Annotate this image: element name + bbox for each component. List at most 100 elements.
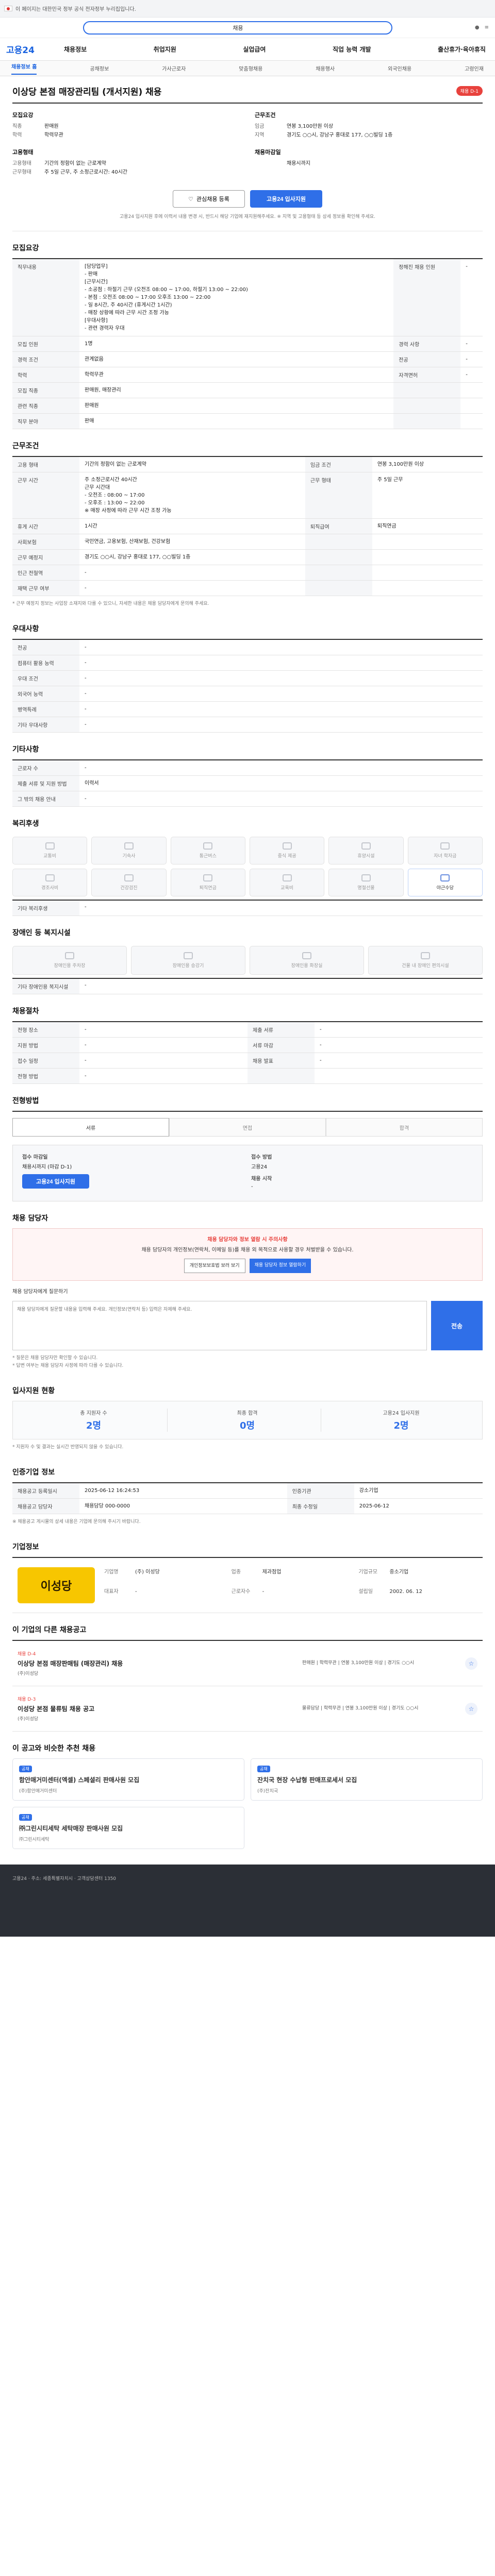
gnb-item[interactable]: 취업지원 xyxy=(154,45,176,54)
gnb-item[interactable]: 출산휴가·육아휴직 xyxy=(438,45,486,54)
company-key: 대표자 xyxy=(104,1589,119,1595)
recommend-label: 공채 xyxy=(257,1766,270,1772)
other-job-title[interactable]: 이상당 본점 매장판매팀 (매장관리) 채용 xyxy=(18,1659,294,1668)
process-steps: 서류 면접 합격 xyxy=(12,1111,483,1143)
stat-item: 최종 합격 0명 xyxy=(174,1409,321,1432)
summary-key: 직종 xyxy=(12,124,22,129)
recommend-grid: 공채 함안매거미센터(엑셀) 스페셜리 판매사원 모집 (주)함안매거미센터 공채 잔치… xyxy=(12,1758,483,1849)
login-icon[interactable]: ● xyxy=(475,25,480,30)
stat-number: 2명 xyxy=(393,1420,409,1431)
recommend-card[interactable]: 공채 ㈜그린시티세탁 세탁매장 판매사원 모집 ㈜그린시티세탁 xyxy=(12,1807,244,1849)
global-nav: 고용24 채용정보 취업지원 실업급여 직업 능력 개발 출산휴가·육아휴직 xyxy=(0,38,495,61)
job-summary: 모집요강 직종 판매원 학력 학력무관 고용형태 고용형태 기간의 정함이 없는 근로계약 근… xyxy=(12,103,483,185)
company-key: 근로자수 xyxy=(231,1589,251,1595)
benefit-label: 자녀 학자금 xyxy=(434,854,457,859)
gnb-item[interactable]: 실업급여 xyxy=(243,45,266,54)
care-grid: 장애인용 주차장 장애인용 승강기 장애인용 화장실 건물 내 장애인 편의시설 xyxy=(12,943,483,978)
info-row: 근로자 수- xyxy=(12,760,483,776)
summary-row: 학력 학력무관 xyxy=(12,131,240,140)
inquiry-send-button[interactable]: 전송 xyxy=(431,1301,483,1350)
info-value: 2025-06-12 16:24:53 xyxy=(79,1483,287,1499)
tab-item[interactable]: 채용정보 홈 xyxy=(11,62,37,75)
other-job-title[interactable]: 이성당 본점 물류팀 채용 공고 xyxy=(18,1704,294,1713)
benefit-icon xyxy=(361,874,371,882)
info-row: 외국어 능력 - xyxy=(12,686,483,702)
care-label: 건물 내 장애인 편의시설 xyxy=(402,963,449,969)
site-logo[interactable]: 고용24 xyxy=(6,43,64,56)
recommend-title[interactable]: ㈜그린시티세탁 세탁매장 판매사원 모집 xyxy=(19,1824,238,1833)
other-job-card[interactable]: 채용 D-3 이성당 본점 물류팀 채용 공고 (주)이성당 물류담당 | 학력무관 … xyxy=(12,1686,483,1732)
info-key: 퇴직급여 xyxy=(305,518,372,534)
info-value: - xyxy=(79,639,483,655)
section-cond-title: 근무조건 xyxy=(12,442,39,450)
apply-button[interactable]: 고용24 입사지원 xyxy=(250,190,322,208)
apply-start-value: - xyxy=(251,1184,253,1190)
privacy-law-button[interactable]: 개인정보보호법 보러 보기 xyxy=(184,1259,245,1273)
info-value: - xyxy=(79,655,483,671)
other-job-card[interactable]: 채용 D-4 이상당 본점 매장판매팀 (매장관리) 채용 (주)이성당 판매원 | … xyxy=(12,1641,483,1686)
info-row: 지원 방법 - 서류 마감 - xyxy=(12,1037,483,1053)
summary-row: 고용형태 기간의 정함이 없는 근로계약 xyxy=(12,159,240,168)
company-value: 중소기업 xyxy=(389,1569,409,1575)
search-input[interactable]: 채용 xyxy=(83,21,393,35)
inquiry-form: 전송 xyxy=(12,1301,483,1350)
info-key: 인근 전철역 xyxy=(12,565,79,581)
benefit-label: 야근수당 xyxy=(436,886,454,891)
info-value: - xyxy=(79,760,483,776)
summary-key: 지역 xyxy=(255,132,265,138)
star-icon[interactable]: ☆ xyxy=(465,1657,477,1670)
stat-label: 최종 합격 xyxy=(237,1411,258,1416)
benefit-label: 휴양시설 xyxy=(357,854,375,859)
company-key: 기업명 xyxy=(104,1569,119,1575)
inquiry-textarea[interactable] xyxy=(12,1301,427,1350)
summary-left: 모집요강 직종 판매원 학력 학력무관 고용형태 고용형태 기간의 정함이 없는 근로계약 근… xyxy=(12,111,240,185)
tab-item[interactable]: 고령인재 xyxy=(465,64,484,72)
tab-item[interactable]: 외국인채용 xyxy=(388,64,411,72)
other-job-tag: 채용 D-4 xyxy=(18,1652,36,1657)
info-key: 지원 방법 xyxy=(12,1037,79,1053)
benefit-card: 퇴직연금 xyxy=(170,869,245,896)
tab-item[interactable]: 가사근로자 xyxy=(162,64,186,72)
menu-icon[interactable]: ≡ xyxy=(485,25,489,30)
other-job-company: (주)이성당 xyxy=(18,1717,39,1722)
info-row: 기타 우대사항 - xyxy=(12,717,483,733)
info-value: - xyxy=(315,1037,483,1053)
stat-label: 고용24 입사지원 xyxy=(383,1411,420,1416)
tab-item[interactable]: 공채정보 xyxy=(90,64,109,72)
apply-box-button[interactable]: 고용24 입사지원 xyxy=(22,1174,89,1189)
benefit-etc-table: 기타 복리후생 - xyxy=(12,900,483,916)
gnb-item[interactable]: 채용정보 xyxy=(64,45,87,54)
star-icon[interactable]: ☆ xyxy=(465,1702,477,1715)
footer-text: 고용24 · 주소: 세종특별자치시 · 고객상담센터 1350 xyxy=(12,1876,117,1882)
recruit-table: 직무내용 [담당업무] - 판매 [근무시간] - 소공점 : 하절기 근무 (오… xyxy=(12,258,483,429)
info-value: 1명 xyxy=(79,336,394,352)
contact-view-button[interactable]: 채용 담당자 정보 열람하기 xyxy=(249,1259,311,1273)
info-key: 채용 발표 xyxy=(248,1053,315,1069)
other-job-meta: 물류담당 | 학력무관 | 연봉 3,100만원 이상 | 경기도 ○○시 xyxy=(302,1706,419,1711)
info-value: - xyxy=(460,259,483,336)
stat-number: 0명 xyxy=(239,1420,255,1431)
info-row: 휴게 시간 1시간 퇴직급여 퇴직연금 xyxy=(12,518,483,534)
benefit-card: 명절선물 xyxy=(328,869,404,896)
info-row: 모집 직종 판매원, 매장관리 xyxy=(12,382,483,398)
tab-item[interactable]: 맞춤형채용 xyxy=(239,64,262,72)
info-key: 근무 형태 xyxy=(305,472,372,519)
scrap-button[interactable]: ♡ 관심채용 등록 xyxy=(173,190,245,208)
gnb-item[interactable]: 직업 능력 개발 xyxy=(333,45,371,54)
recommend-title[interactable]: 잔치국 현장 수납형 판매프로세서 모집 xyxy=(257,1775,476,1784)
summary-value: 기간의 정함이 없는 근로계약 xyxy=(44,161,106,166)
recommend-card[interactable]: 공채 함안매거미센터(엑셀) 스페셜리 판매사원 모집 (주)함안매거미센터 xyxy=(12,1758,244,1801)
recommend-title[interactable]: 함안매거미센터(엑셀) 스페셜리 판매사원 모집 xyxy=(19,1775,238,1784)
company-row: 업종 제과점업 xyxy=(232,1567,351,1584)
deadline-badge: 채용 D-1 xyxy=(456,86,483,96)
info-value: - xyxy=(315,1022,483,1038)
other-job-company: (주)이성당 xyxy=(18,1671,39,1676)
info-value: - xyxy=(79,1037,248,1053)
recommend-card[interactable]: 공채 잔치국 현장 수납형 판매프로세서 모집 (주)잔치국 xyxy=(251,1758,483,1801)
info-key: 채용공고 담당자 xyxy=(12,1498,79,1514)
info-value: - xyxy=(79,565,305,581)
benefit-label: 통근버스 xyxy=(199,854,217,859)
tab-item[interactable]: 채용행사 xyxy=(316,64,335,72)
info-key: 모집 인원 xyxy=(12,336,79,352)
recommend-label: 공채 xyxy=(19,1766,32,1772)
